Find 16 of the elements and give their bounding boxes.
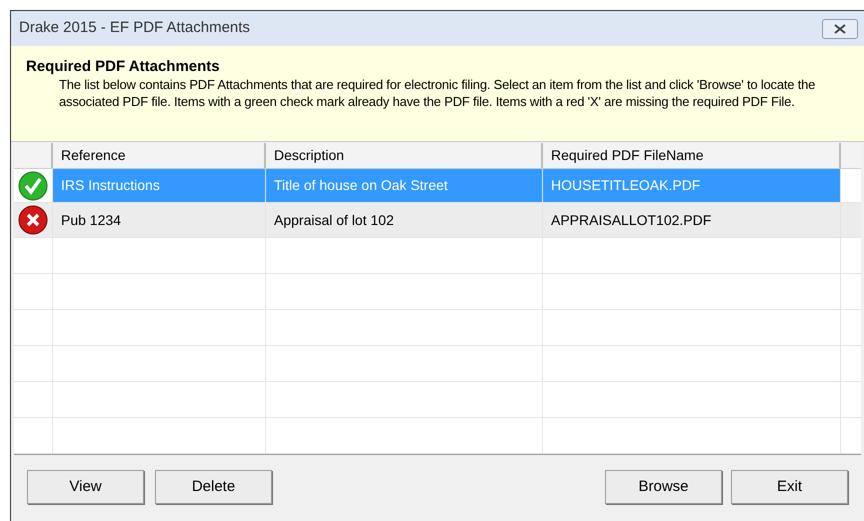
- close-button[interactable]: [822, 18, 858, 38]
- table-cell: HOUSETITLEOAK.PDF: [543, 168, 841, 202]
- dialog-button[interactable]: Exit: [731, 470, 848, 504]
- table-cell: Title of house on Oak Street: [266, 168, 543, 202]
- close-icon: [834, 24, 846, 34]
- window-title: Drake 2015 - EF PDF Attachments: [19, 18, 250, 38]
- dialog-button[interactable]: Browse: [605, 470, 722, 504]
- instructions-text: The list below contains PDF Attachments that are required for electronic filing. Select an item from the list and click 'Browse' to locate the associated PDF file. Items with a green check mark already have the PDF file. Items with a red 'X' are missing the required PDF File.: [58, 76, 816, 110]
- table-row[interactable]: Pub 1234 Appraisal of lot 102 APPRAISALLOT102.PDF: [14, 203, 861, 238]
- table-cell: APPRAISALLOT102.PDF: [543, 203, 841, 238]
- panel-heading: Required PDF Attachments: [26, 58, 221, 76]
- table-cell: Appraisal of lot 102: [266, 203, 543, 238]
- dialog-button[interactable]: View: [27, 470, 144, 504]
- table-cell: IRS Instructions: [53, 168, 266, 202]
- table-cell: Pub 1234: [53, 203, 266, 238]
- dialog-button[interactable]: Delete: [155, 470, 272, 504]
